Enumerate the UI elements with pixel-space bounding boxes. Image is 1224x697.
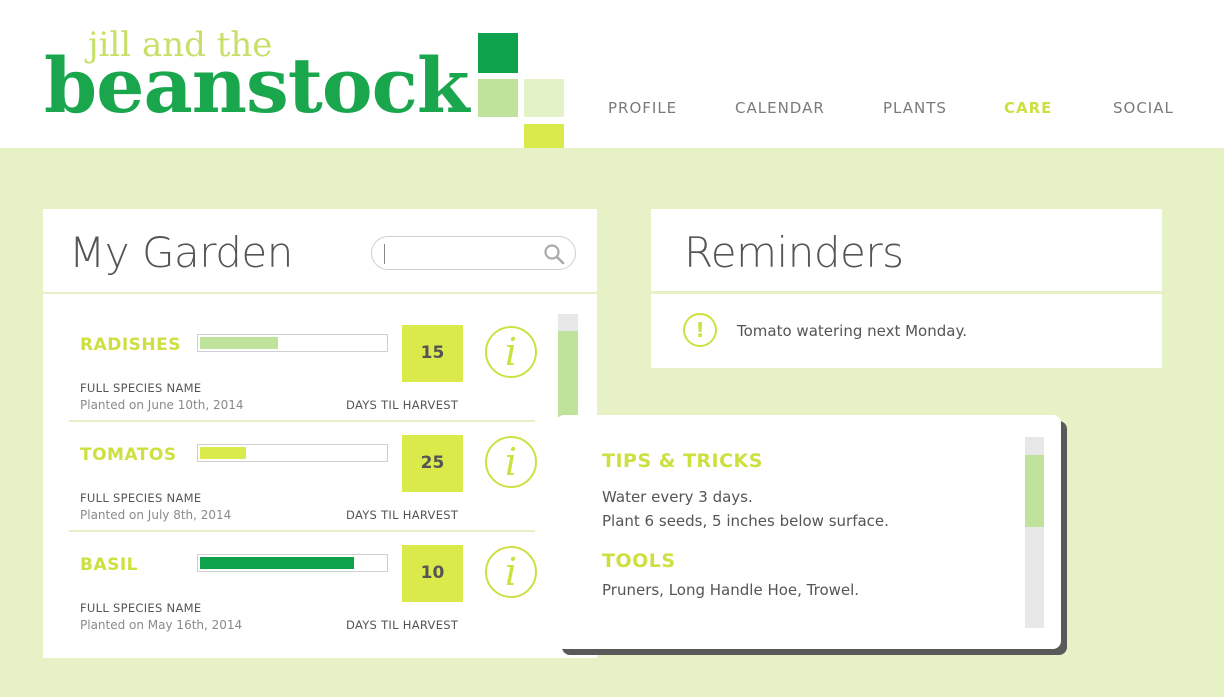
my-garden-panel: My Garden RADISHES 15 i FULL SPECIES NAM…: [43, 209, 597, 658]
growth-progress-bar: [197, 334, 388, 352]
search-icon[interactable]: [543, 243, 565, 265]
nav-item-profile[interactable]: PROFILE: [608, 98, 677, 118]
days-til-harvest-label: DAYS TIL HARVEST: [346, 618, 459, 632]
reminders-title: Reminders: [684, 228, 904, 277]
tips-scrollbar-thumb[interactable]: [1025, 455, 1044, 527]
plant-name[interactable]: BASIL: [80, 554, 138, 576]
tools-heading: TOOLS: [602, 550, 676, 572]
reminders-panel: Reminders ! Tomato watering next Monday.: [651, 209, 1162, 368]
reminder-text[interactable]: Tomato watering next Monday.: [737, 321, 967, 341]
tip-line: Water every 3 days.: [602, 488, 753, 506]
days-til-harvest-label: DAYS TIL HARVEST: [346, 508, 459, 522]
growth-progress-bar: [197, 554, 388, 572]
plant-row: RADISHES 15 i FULL SPECIES NAME Planted …: [69, 320, 537, 430]
nav-item-care[interactable]: CARE: [1004, 98, 1052, 118]
logo-square-dark: [478, 33, 518, 73]
plant-name[interactable]: TOMATOS: [80, 444, 177, 466]
search-box[interactable]: [371, 236, 576, 270]
search-input[interactable]: [384, 243, 534, 265]
logo-square-light: [478, 79, 518, 117]
growth-progress-fill: [200, 557, 354, 569]
days-til-harvest-value: 15: [402, 325, 463, 382]
nav-item-calendar[interactable]: CALENDAR: [735, 98, 825, 118]
info-icon[interactable]: i: [485, 326, 537, 378]
days-til-harvest-value: 10: [402, 545, 463, 602]
planted-date: Planted on July 8th, 2014: [80, 508, 232, 522]
nav-item-social[interactable]: SOCIAL: [1113, 98, 1174, 118]
logo-wordmark: beanstock: [44, 41, 470, 130]
growth-progress-fill: [200, 447, 246, 459]
days-til-harvest-label: DAYS TIL HARVEST: [346, 398, 459, 412]
growth-progress-fill: [200, 337, 278, 349]
alert-icon: !: [683, 313, 717, 347]
growth-progress-bar: [197, 444, 388, 462]
garden-title: My Garden: [69, 228, 293, 277]
species-name: FULL SPECIES NAME: [80, 491, 202, 505]
nav-item-plants[interactable]: PLANTS: [883, 98, 947, 118]
days-til-harvest-value: 25: [402, 435, 463, 492]
plant-row: BASIL 10 i FULL SPECIES NAME Planted on …: [69, 540, 537, 650]
species-name: FULL SPECIES NAME: [80, 381, 202, 395]
tip-line: Plant 6 seeds, 5 inches below surface.: [602, 512, 889, 530]
row-divider: [69, 530, 535, 532]
info-icon[interactable]: i: [485, 436, 537, 488]
row-divider: [69, 420, 535, 422]
tools-line: Pruners, Long Handle Hoe, Trowel.: [602, 581, 860, 599]
reminders-divider: [651, 291, 1162, 294]
tips-heading: TIPS & TRICKS: [602, 450, 763, 472]
garden-divider: [43, 292, 597, 294]
info-icon[interactable]: i: [485, 546, 537, 598]
header: jill and the beanstock PROFILE CALENDAR …: [0, 0, 1224, 164]
species-name: FULL SPECIES NAME: [80, 601, 202, 615]
tips-popup-pointer: [540, 450, 557, 480]
planted-date: Planted on June 10th, 2014: [80, 398, 244, 412]
planted-date: Planted on May 16th, 2014: [80, 618, 243, 632]
tips-popup: TIPS & TRICKS Water every 3 days. Plant …: [556, 415, 1061, 649]
plant-name[interactable]: RADISHES: [80, 334, 181, 356]
plant-row: TOMATOS 25 i FULL SPECIES NAME Planted o…: [69, 430, 537, 540]
logo-square-pale: [524, 79, 564, 117]
